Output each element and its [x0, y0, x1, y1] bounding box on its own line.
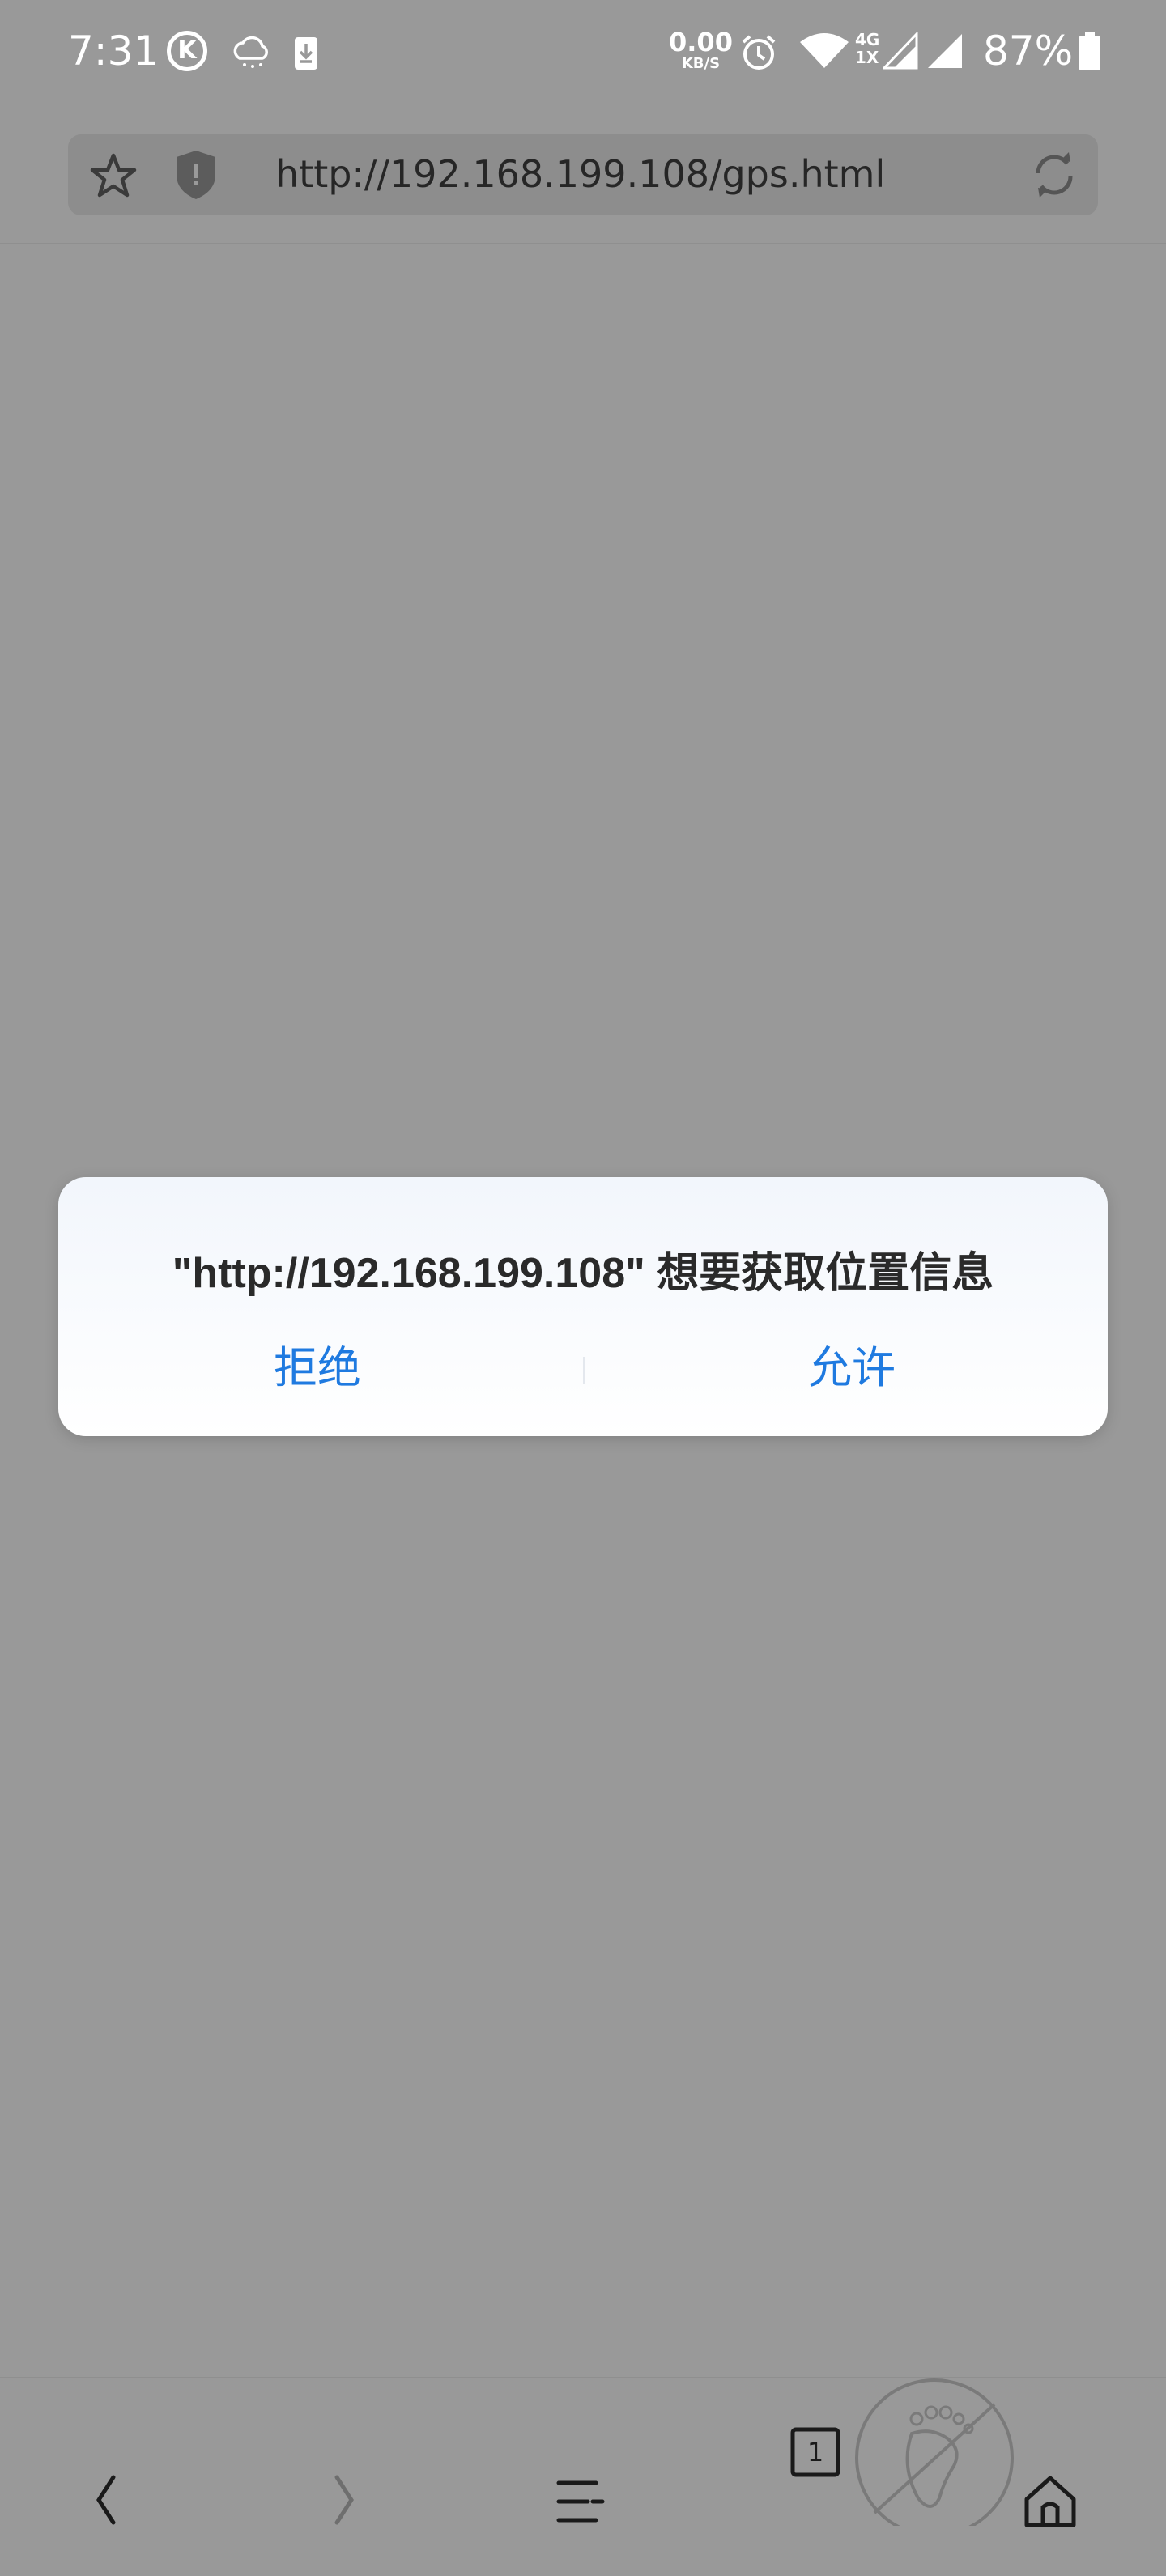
button-divider — [583, 1357, 585, 1384]
network-speed: 0.00 KB/S — [669, 29, 733, 71]
download-notification-icon — [295, 37, 317, 70]
status-bar: 7:31 K 0.00 KB/S 4G 1X 87% — [0, 0, 1166, 105]
network-type: 4G 1X — [855, 31, 879, 66]
wifi-icon — [800, 33, 849, 68]
signal-strength-icon — [883, 32, 918, 70]
security-warning-shield-icon[interactable] — [175, 149, 217, 201]
url-text[interactable]: http://192.168.199.108/gps.html — [275, 152, 885, 196]
location-permission-dialog: "http://192.168.199.108" 想要获取位置信息 拒绝 允许 — [58, 1177, 1108, 1436]
alarm-icon — [742, 35, 776, 70]
refresh-icon[interactable] — [1028, 149, 1080, 201]
battery-percent: 87% — [983, 28, 1074, 74]
browser-toolbar: http://192.168.199.108/gps.html — [0, 105, 1166, 244]
back-icon[interactable] — [89, 2425, 121, 2574]
network-type-top: 4G — [855, 30, 880, 49]
no-trace-footprint-icon[interactable] — [850, 2377, 1020, 2526]
clock: 7:31 — [68, 28, 160, 74]
network-speed-unit: KB/S — [681, 55, 721, 72]
battery-icon — [1079, 32, 1100, 70]
home-icon[interactable] — [1022, 2427, 1079, 2576]
allow-button[interactable]: 允许 — [625, 1328, 1079, 1409]
tabs-button[interactable]: 1 — [790, 2427, 840, 2477]
forward-icon[interactable] — [329, 2425, 361, 2574]
signal-strength-icon — [928, 34, 962, 68]
dialog-message: "http://192.168.199.108" 想要获取位置信息 — [172, 1250, 994, 1297]
network-speed-value: 0.00 — [669, 27, 733, 57]
deny-button[interactable]: 拒绝 — [91, 1328, 544, 1409]
bookmark-star-icon[interactable] — [89, 152, 138, 199]
weather-cloud-icon — [233, 36, 268, 68]
address-bar[interactable]: http://192.168.199.108/gps.html — [68, 134, 1098, 215]
network-type-bottom: 1X — [855, 48, 879, 67]
menu-icon[interactable] — [555, 2427, 606, 2576]
tab-count: 1 — [806, 2437, 824, 2468]
k-app-icon: K — [167, 31, 207, 71]
